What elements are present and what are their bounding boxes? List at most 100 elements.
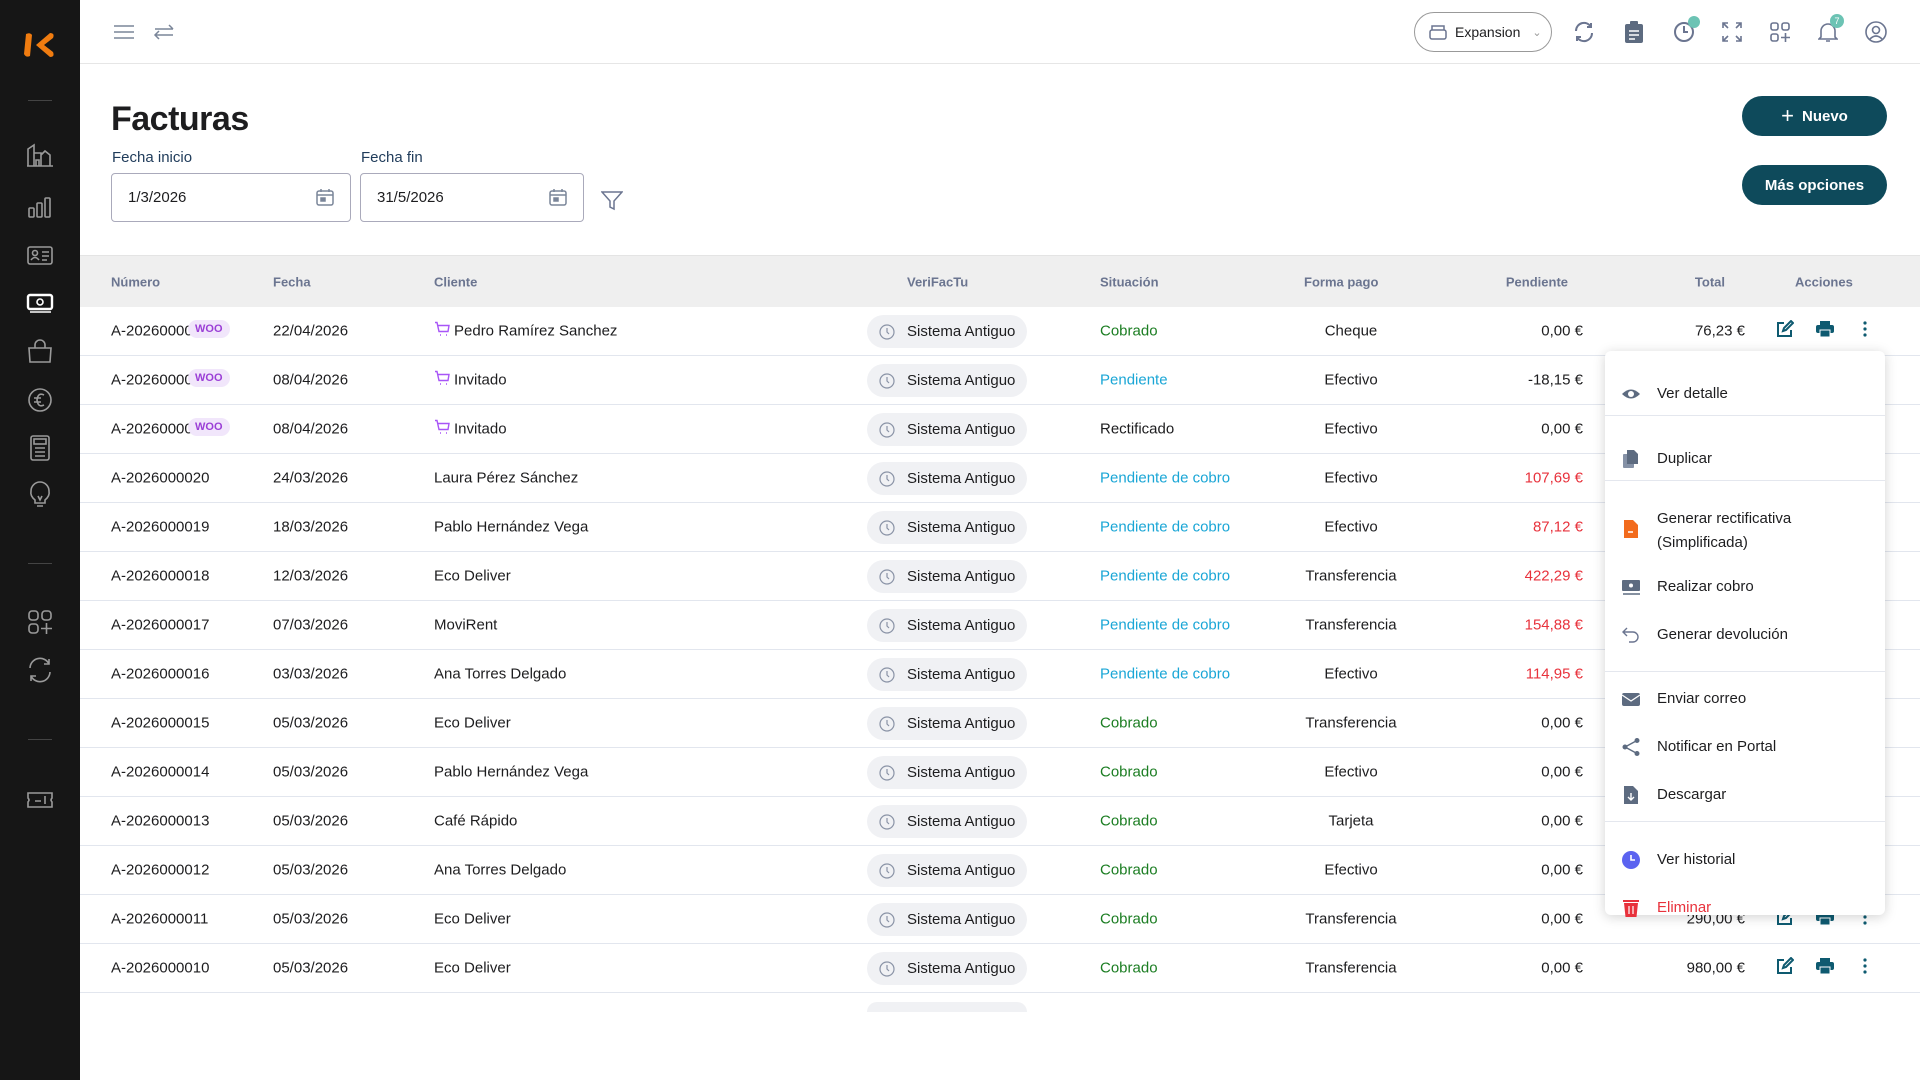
- clock-icon: [1621, 850, 1641, 870]
- file-minus-icon: [1621, 519, 1641, 539]
- forma-pago: Tarjeta: [1328, 812, 1374, 830]
- forma-pago: Transferencia: [1305, 910, 1397, 928]
- invoice-number[interactable]: A-2026000014: [111, 764, 209, 781]
- table-row[interactable]: A-2026000023 WOO 22/04/2026 Pedro Ramírez S…: [80, 307, 1920, 356]
- sync-icon[interactable]: [24, 656, 56, 684]
- invoice-date: 05/03/2026: [273, 861, 349, 879]
- verifactu-status: Sistema Antiguo: [907, 764, 1016, 781]
- invoice-number[interactable]: A-2026000015: [111, 715, 209, 732]
- client-name: Invitado: [454, 420, 507, 438]
- clock-icon: [879, 372, 895, 389]
- calendar-icon[interactable]: [549, 188, 567, 210]
- invoice-date: 24/03/2026: [273, 469, 349, 487]
- col-numero[interactable]: Número: [111, 274, 160, 289]
- logo[interactable]: [22, 30, 56, 65]
- forma-pago: Transferencia: [1305, 616, 1397, 634]
- menu-item-notificar-en-portal[interactable]: Notificar en Portal: [1605, 735, 1885, 759]
- menu-item-enviar-correo[interactable]: Enviar correo: [1605, 687, 1885, 711]
- user-icon[interactable]: [1862, 18, 1890, 46]
- invoice-number[interactable]: A-2026000019: [111, 519, 209, 536]
- clock-icon[interactable]: [1670, 16, 1700, 46]
- invoice-number[interactable]: A-2026000010: [111, 960, 209, 977]
- col-pendiente[interactable]: Pendiente: [1506, 274, 1568, 289]
- verifactu-chip: Sistema Antiguo: [867, 364, 1027, 397]
- dashboard-icon[interactable]: [24, 142, 56, 170]
- menu-divider: [1605, 415, 1885, 416]
- situacion-status: Cobrado: [1100, 322, 1158, 340]
- invoice-number[interactable]: A-2026000018: [111, 568, 209, 585]
- client-name: Pedro Ramírez Sanchez: [454, 322, 618, 340]
- mas-opciones-button[interactable]: Más opciones: [1742, 165, 1887, 205]
- more-actions-icon[interactable]: [1863, 321, 1867, 341]
- invoice-number[interactable]: A-2026000013: [111, 813, 209, 830]
- ticket-icon[interactable]: [24, 786, 56, 814]
- fullscreen-icon[interactable]: [1718, 18, 1746, 46]
- bell-icon[interactable]: 7: [1814, 14, 1844, 46]
- verifactu-status: Sistema Antiguo: [907, 568, 1016, 585]
- apps-add-icon[interactable]: [24, 608, 56, 636]
- invoice-number[interactable]: A-2026000020: [111, 470, 209, 487]
- mail-icon: [1621, 689, 1641, 709]
- calendar-icon[interactable]: [316, 188, 334, 210]
- table-row[interactable]: A-2026000010 05/03/2026 Eco Deliver Sistema…: [80, 944, 1920, 993]
- nuevo-button[interactable]: + Nuevo: [1742, 96, 1887, 136]
- clock-icon: [879, 666, 895, 683]
- menu-item-generar-rectificativa[interactable]: Generar rectificativa (Simplificada): [1605, 507, 1885, 557]
- invoice-number[interactable]: A-2026000011: [111, 911, 208, 928]
- refresh-icon[interactable]: [1570, 18, 1598, 46]
- situacion-status: Cobrado: [1100, 763, 1158, 781]
- situacion-status: Cobrado: [1100, 959, 1158, 977]
- clock-icon: [879, 568, 895, 585]
- verifactu-status: Sistema Antiguo: [907, 715, 1016, 732]
- col-verifactu[interactable]: VeriFacTu: [907, 274, 968, 289]
- invoice-number[interactable]: A-2026000017: [111, 617, 209, 634]
- invoice-date: 08/04/2026: [273, 420, 349, 438]
- apps-add-icon[interactable]: [1766, 18, 1794, 46]
- menu-item-eliminar[interactable]: Eliminar: [1605, 896, 1885, 920]
- col-forma-pago[interactable]: Forma pago: [1304, 274, 1378, 289]
- forma-pago: Efectivo: [1324, 665, 1378, 683]
- contacts-icon[interactable]: [24, 242, 56, 270]
- fecha-fin-input[interactable]: 31/5/2026: [360, 173, 584, 222]
- invoice-number[interactable]: A-2026000016: [111, 666, 209, 683]
- menu-item-descargar[interactable]: Descargar: [1605, 783, 1885, 807]
- col-fecha[interactable]: Fecha: [273, 274, 311, 289]
- calculator-icon[interactable]: [24, 434, 56, 462]
- col-cliente[interactable]: Cliente: [434, 274, 477, 289]
- col-total[interactable]: Total: [1695, 274, 1725, 289]
- woo-badge: WOO: [188, 320, 230, 338]
- edit-icon[interactable]: [1776, 956, 1795, 979]
- menu-item-generar-devolucion[interactable]: Generar devolución: [1605, 623, 1885, 647]
- fecha-inicio-input[interactable]: 1/3/2026: [111, 173, 351, 222]
- pendiente-amount: 0,00 €: [1541, 763, 1583, 781]
- menu-item-realizar-cobro[interactable]: Realizar cobro: [1605, 575, 1885, 599]
- menu-item-ver-detalle[interactable]: Ver detalle: [1605, 382, 1885, 406]
- verifactu-chip: Sistema Antiguo: [867, 952, 1027, 985]
- forma-pago: Efectivo: [1324, 420, 1378, 438]
- lightbulb-icon[interactable]: [24, 481, 56, 510]
- menu-divider: [1605, 480, 1885, 481]
- print-icon[interactable]: [1816, 320, 1834, 342]
- print-icon[interactable]: [1816, 957, 1834, 979]
- cart-icon: [434, 321, 450, 341]
- client-name: Ana Torres Delgado: [434, 665, 567, 683]
- euro-icon[interactable]: [24, 386, 56, 414]
- invoices-icon[interactable]: [24, 290, 56, 318]
- invoice-number[interactable]: A-2026000012: [111, 862, 209, 879]
- cart-icon: [434, 370, 450, 390]
- edit-icon[interactable]: [1776, 319, 1795, 342]
- shopping-bag-icon[interactable]: [24, 338, 56, 366]
- switch-icon[interactable]: [150, 18, 178, 46]
- clipboard-icon[interactable]: [1620, 18, 1648, 46]
- filter-icon[interactable]: [600, 191, 624, 216]
- stats-icon[interactable]: [24, 194, 56, 222]
- menu-icon[interactable]: [110, 18, 138, 46]
- menu-item-ver-historial[interactable]: Ver historial: [1605, 848, 1885, 872]
- more-actions-icon[interactable]: [1863, 958, 1867, 978]
- col-situacion[interactable]: Situación: [1100, 274, 1159, 289]
- menu-item-duplicar[interactable]: Duplicar: [1605, 447, 1885, 471]
- company-selector[interactable]: Expansion ⌄: [1414, 12, 1552, 52]
- verifactu-status: Sistema Antiguo: [907, 813, 1016, 830]
- verifactu-chip: Sistema Antiguo: [867, 413, 1027, 446]
- plus-icon: +: [1781, 103, 1794, 128]
